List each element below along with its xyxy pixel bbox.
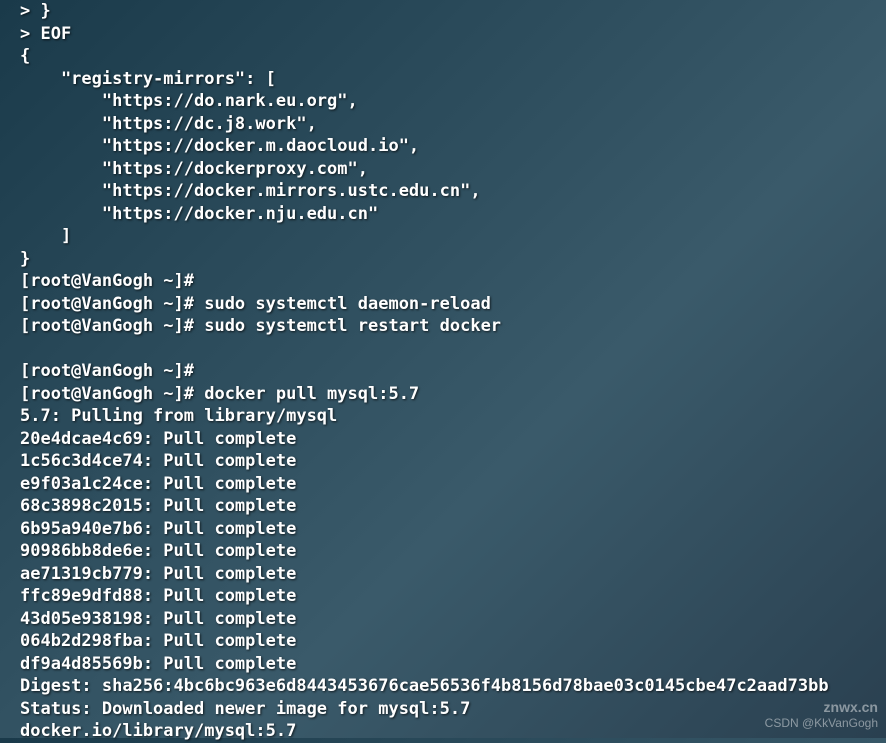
terminal-output[interactable]: > } > EOF { "registry-mirrors": [ "https…	[20, 0, 866, 743]
watermark-author: CSDN @KkVanGogh	[765, 716, 878, 730]
watermark: znwx.cn CSDN @KkVanGogh	[765, 699, 878, 730]
watermark-site: znwx.cn	[765, 699, 878, 716]
